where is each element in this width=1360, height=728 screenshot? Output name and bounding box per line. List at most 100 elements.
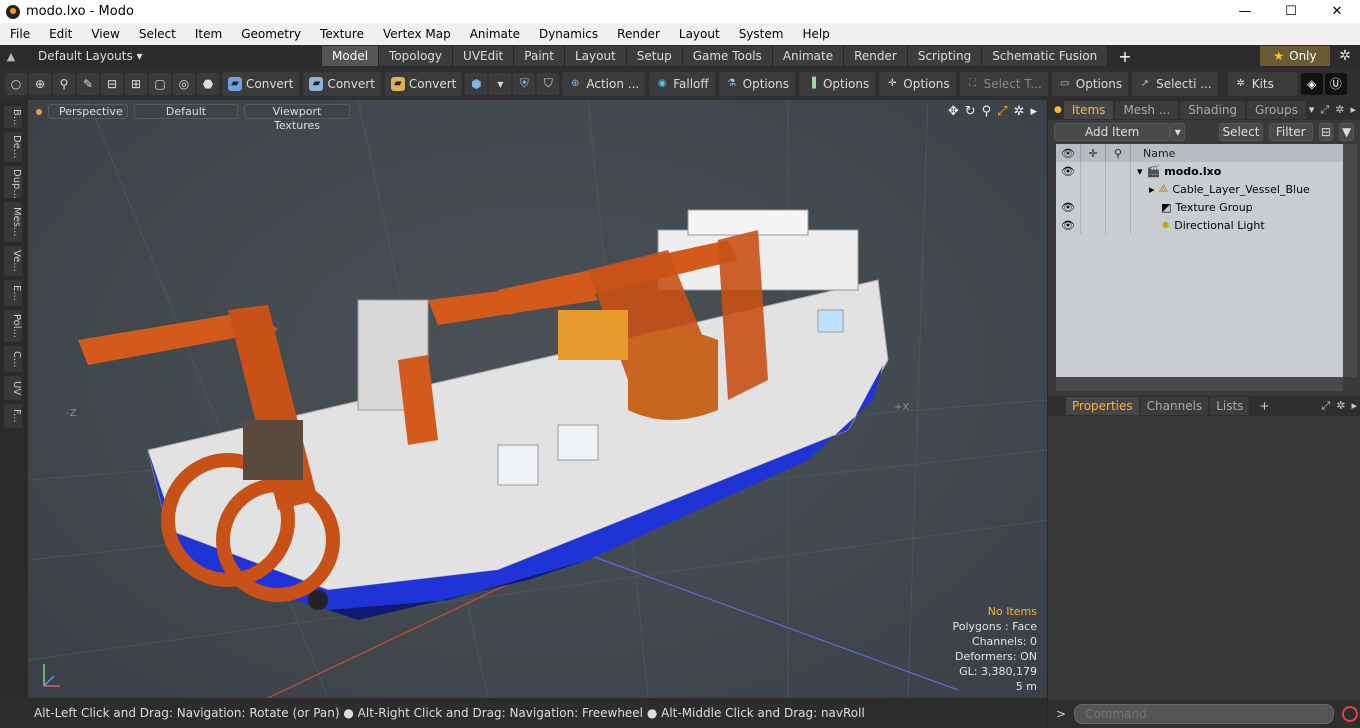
tab-groups[interactable]: Groups	[1247, 101, 1306, 119]
panel-settings-icon[interactable]: ✲	[1336, 399, 1345, 413]
cube-icon[interactable]: ⬣	[197, 72, 219, 95]
options-button-2[interactable]: ▐ Options	[798, 71, 876, 96]
horizontal-scrollbar[interactable]	[1056, 377, 1343, 391]
menu-system[interactable]: System	[729, 27, 793, 41]
perspective-dropdown[interactable]: Perspective	[48, 104, 128, 119]
panel-more-icon[interactable]: ▸	[1350, 103, 1356, 117]
menu-geometry[interactable]: Geometry	[231, 27, 310, 41]
menu-item[interactable]: Item	[185, 27, 231, 41]
options-button-3[interactable]: ✛ Options	[879, 71, 956, 96]
vtab-basic[interactable]: B...	[4, 106, 22, 128]
collapse-icon[interactable]: ⊟	[1318, 123, 1334, 141]
panel-menu-dot[interactable]: ●	[1054, 105, 1062, 115]
tab-model[interactable]: Model	[322, 46, 380, 66]
eye-icon[interactable]: 👁	[1056, 162, 1081, 180]
close-button[interactable]: ✕	[1314, 0, 1360, 23]
render-column-icon[interactable]: ⚲	[1106, 144, 1131, 162]
tab-paint[interactable]: Paint	[514, 46, 565, 66]
vtab-uv[interactable]: UV	[4, 376, 22, 400]
command-input[interactable]	[1074, 704, 1335, 724]
tab-channels[interactable]: Channels	[1140, 397, 1209, 415]
circle-icon[interactable]: ◎	[173, 72, 195, 95]
list-item[interactable]: 👁 ▾ 🎬 modo.lxo	[1056, 162, 1343, 180]
globe-icon[interactable]: ⊕	[29, 72, 51, 95]
filter-button[interactable]: Filter	[1268, 123, 1313, 141]
falloff-button[interactable]: ◉ Falloff	[649, 71, 715, 96]
tab-scripting[interactable]: Scripting	[907, 46, 983, 66]
vtab-fusion[interactable]: F...	[4, 404, 22, 428]
action-center-button[interactable]: ⊕ Action ...	[562, 71, 646, 96]
tab-animate[interactable]: Animate	[772, 46, 845, 66]
menu-dynamics[interactable]: Dynamics	[529, 27, 607, 41]
tab-game-tools[interactable]: Game Tools	[682, 46, 773, 66]
shading-style-dropdown[interactable]: Default	[134, 104, 238, 119]
visibility-column-icon[interactable]: 👁	[1056, 144, 1081, 162]
tab-schematic-fusion[interactable]: Schematic Fusion	[982, 46, 1109, 66]
collapsed-arrow-icon[interactable]: ▸	[1149, 183, 1155, 196]
menu-layout[interactable]: Layout	[669, 27, 729, 41]
name-column-header[interactable]: Name	[1131, 147, 1175, 160]
3d-viewport[interactable]: Perspective Default Viewport Textures ✥ …	[28, 100, 1047, 698]
menu-file[interactable]: File	[0, 27, 39, 41]
selection-button[interactable]: ➚ Selecti ...	[1132, 71, 1218, 96]
menu-vertex-map[interactable]: Vertex Map	[373, 27, 460, 41]
vtab-duplicate[interactable]: Dup...	[4, 166, 22, 199]
pen-icon[interactable]: ⚲	[53, 72, 75, 95]
gear-icon[interactable]: ✲	[1330, 48, 1360, 64]
options-button-4[interactable]: ▭ Options	[1051, 71, 1129, 96]
funnel-icon[interactable]: ▼	[1339, 123, 1354, 141]
panel-settings-icon[interactable]: ✲	[1335, 103, 1344, 117]
vtab-deform[interactable]: De...	[4, 132, 22, 162]
command-history-icon[interactable]: >	[1056, 707, 1066, 721]
tab-shading[interactable]: Shading	[1180, 101, 1246, 119]
menu-animate[interactable]: Animate	[460, 27, 529, 41]
tabs-dropdown-icon[interactable]: ▾	[1309, 103, 1315, 117]
item-list[interactable]: 👁 ✛ ⚲ Name 👁 ▾ 🎬 modo.lxo ▸ ⟁ Cable_Layer_Ve…	[1056, 144, 1357, 391]
brush-icon[interactable]: ✎	[77, 72, 99, 95]
vtab-edge[interactable]: E...	[4, 280, 22, 306]
maximize-button[interactable]: ☐	[1268, 0, 1314, 23]
minimize-button[interactable]: —	[1222, 0, 1268, 23]
convert-button-3[interactable]: ▰ Convert	[384, 71, 463, 96]
lock-column-icon[interactable]: ✛	[1081, 144, 1106, 162]
layout-collapse-icon[interactable]: ▲	[0, 50, 22, 63]
tab-properties[interactable]: Properties	[1066, 397, 1139, 415]
menu-view[interactable]: View	[81, 27, 128, 41]
menu-texture[interactable]: Texture	[310, 27, 373, 41]
tab-layout[interactable]: Layout	[564, 46, 627, 66]
polygons-icon[interactable]: ⊞	[125, 72, 147, 95]
dropdown-arrow-icon[interactable]: ▾	[489, 72, 512, 95]
vertex-mode-icon[interactable]: ○	[5, 72, 27, 95]
menu-render[interactable]: Render	[607, 27, 669, 41]
kits-button[interactable]: ✲ Kits	[1227, 71, 1298, 96]
move-view-icon[interactable]: ✥	[948, 104, 959, 119]
vtab-curve[interactable]: C...	[4, 346, 22, 372]
eye-icon[interactable]: 👁	[1056, 198, 1081, 216]
add-layout-tab-button[interactable]: +	[1108, 47, 1141, 66]
edges-icon[interactable]: ⊟	[101, 72, 123, 95]
convert-button-1[interactable]: ▰ Convert	[222, 71, 300, 96]
add-item-button[interactable]: Add Item	[1054, 123, 1171, 141]
vtab-polygon[interactable]: Pol...	[4, 310, 22, 342]
eye-icon[interactable]: 👁	[1056, 216, 1081, 234]
viewport-textures-dropdown[interactable]: Viewport Textures	[244, 104, 350, 132]
panel-more-icon[interactable]: ▸	[1351, 399, 1357, 413]
add-tab-icon[interactable]: +	[1251, 399, 1269, 413]
zoom-view-icon[interactable]: ⚲	[982, 104, 992, 119]
select-through-button[interactable]: ⛶ Select T...	[959, 71, 1048, 96]
shield-icon[interactable]: ⛨	[513, 72, 536, 95]
rotate-view-icon[interactable]: ↻	[965, 104, 976, 119]
list-item[interactable]: 👁 ◩ Texture Group	[1056, 198, 1343, 216]
shield-check-icon[interactable]: ⛉	[537, 72, 560, 95]
expand-panel-icon[interactable]: ⤢	[1321, 399, 1330, 413]
menu-help[interactable]: Help	[792, 27, 838, 41]
viewport-settings-icon[interactable]: ✲	[1014, 104, 1025, 119]
options-button-1[interactable]: ⚗ Options	[718, 71, 795, 96]
list-item[interactable]: 👁 ✹ Directional Light	[1056, 216, 1343, 234]
menu-edit[interactable]: Edit	[39, 27, 81, 41]
tab-items[interactable]: Items	[1063, 101, 1114, 119]
unity-icon[interactable]: ◈	[1300, 72, 1323, 95]
vertical-scrollbar[interactable]	[1343, 144, 1357, 377]
viewport-more-icon[interactable]: ▸	[1030, 104, 1037, 119]
mesh-cube-icon[interactable]: ⬢	[465, 72, 488, 95]
